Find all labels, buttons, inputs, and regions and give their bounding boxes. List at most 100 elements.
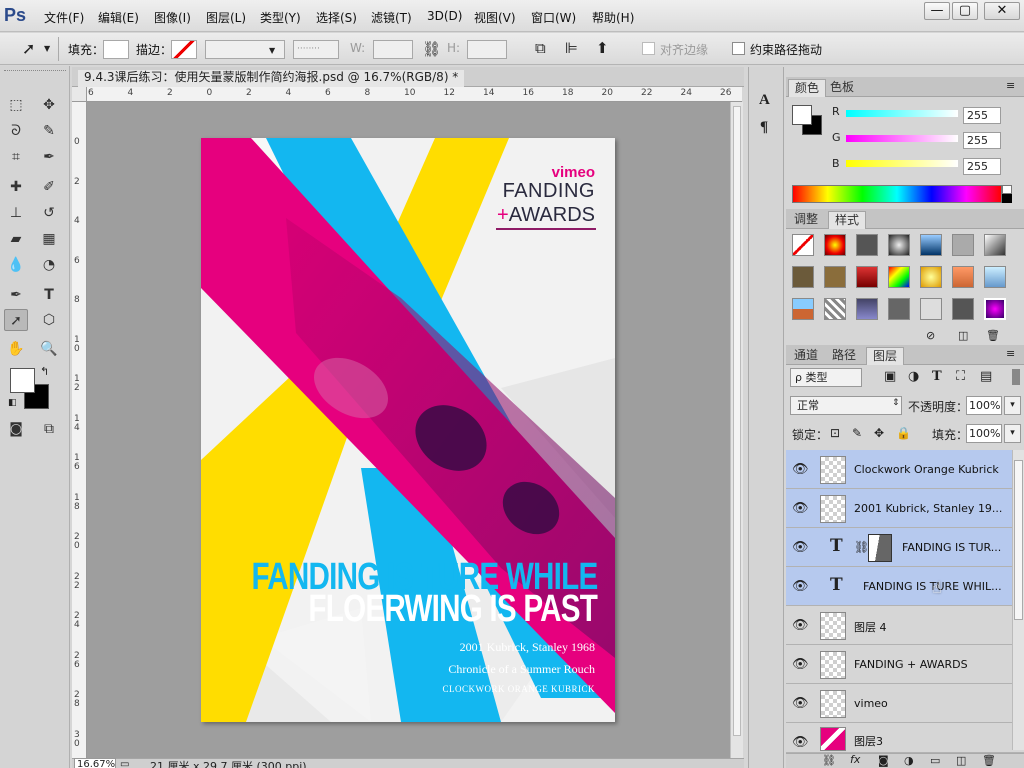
blend-mode-chevron-icon[interactable]: ⇕ bbox=[892, 398, 900, 408]
paragraph-panel-icon[interactable]: ¶ bbox=[760, 119, 768, 136]
style-swatch[interactable] bbox=[984, 298, 1006, 320]
menu-help[interactable]: 帮助(H) bbox=[592, 9, 634, 26]
style-swatch[interactable] bbox=[952, 234, 974, 256]
marquee-tool-icon[interactable]: ⬚ bbox=[4, 94, 28, 116]
text-layer-icon[interactable]: T bbox=[830, 575, 843, 595]
clear-style-icon[interactable]: ⊘ bbox=[926, 329, 935, 342]
menu-file[interactable]: 文件(F) bbox=[44, 9, 84, 26]
style-swatch[interactable] bbox=[824, 266, 846, 288]
link-icon[interactable]: ⛓ bbox=[422, 40, 441, 58]
visibility-eye-icon[interactable]: 👁 bbox=[792, 540, 809, 555]
menu-3d[interactable]: 3D(D) bbox=[427, 9, 462, 23]
layer-filter-kind[interactable]: ρ 类型 bbox=[790, 368, 862, 387]
swap-colors-icon[interactable]: ↰ bbox=[40, 365, 49, 378]
lasso-tool-icon[interactable]: ᘐ bbox=[4, 120, 28, 142]
layer-thumbnail[interactable] bbox=[820, 727, 846, 751]
quick-select-tool-icon[interactable]: ✎ bbox=[37, 120, 61, 142]
add-mask-icon[interactable]: ◙ bbox=[878, 754, 889, 767]
layer-row[interactable]: 👁 FANDING + AWARDS bbox=[786, 645, 1024, 684]
tab-layers[interactable]: 图层 bbox=[866, 347, 905, 365]
new-layer-icon[interactable]: ◫ bbox=[956, 754, 966, 767]
ruler-origin[interactable] bbox=[72, 87, 87, 101]
menu-window[interactable]: 窗口(W) bbox=[531, 9, 576, 26]
type-tool-icon[interactable]: T bbox=[37, 284, 61, 306]
quick-mask-icon[interactable]: ◙ bbox=[4, 418, 28, 440]
shape-tool-icon[interactable]: ⬡ bbox=[37, 309, 61, 331]
layer-name[interactable]: FANDING + AWARDS bbox=[854, 658, 968, 671]
style-swatch[interactable] bbox=[856, 266, 878, 288]
spectrum-white[interactable] bbox=[1002, 185, 1012, 194]
style-swatch[interactable] bbox=[856, 298, 878, 320]
tab-styles[interactable]: 样式 bbox=[828, 211, 867, 229]
new-style-icon[interactable]: ◫ bbox=[958, 329, 968, 342]
menu-layer[interactable]: 图层(L) bbox=[206, 9, 246, 26]
history-brush-tool-icon[interactable]: ↺ bbox=[37, 202, 61, 224]
path-arrangement-icon[interactable]: ⬆ bbox=[596, 39, 609, 57]
stroke-width-chevron-icon[interactable]: ▼ bbox=[269, 46, 275, 55]
hand-tool-icon[interactable]: ✋ bbox=[4, 338, 28, 360]
visibility-eye-icon[interactable]: 👁 bbox=[792, 618, 809, 633]
delete-style-icon[interactable]: 🗑 bbox=[986, 329, 1000, 342]
style-swatch[interactable] bbox=[888, 298, 910, 320]
style-swatch[interactable] bbox=[952, 298, 974, 320]
tab-adjustments[interactable]: 调整 bbox=[788, 211, 824, 229]
visibility-eye-icon[interactable]: 👁 bbox=[792, 696, 809, 711]
pen-tool-icon[interactable]: ✒ bbox=[4, 284, 28, 306]
delete-layer-icon[interactable]: 🗑 bbox=[982, 754, 996, 767]
lock-transparency-icon[interactable]: ⊡ bbox=[830, 426, 840, 440]
lock-all-icon[interactable]: 🔒 bbox=[896, 426, 911, 440]
healing-brush-tool-icon[interactable]: ✚ bbox=[4, 176, 28, 198]
style-swatch[interactable] bbox=[856, 234, 878, 256]
tab-swatches[interactable]: 色板 bbox=[824, 79, 860, 97]
style-swatch[interactable] bbox=[952, 266, 974, 288]
align-edges-checkbox[interactable] bbox=[642, 42, 655, 55]
zoom-field[interactable]: 16.67% bbox=[74, 758, 116, 768]
layer-row[interactable]: 👁 T ⛓ FANDING IS TUR... bbox=[786, 528, 1024, 567]
height-field[interactable] bbox=[467, 40, 507, 59]
status-options-icon[interactable]: ▭ bbox=[120, 759, 129, 768]
layer-thumbnail[interactable] bbox=[820, 690, 846, 718]
path-operations-icon[interactable]: ⧉ bbox=[535, 39, 546, 57]
blur-tool-icon[interactable]: 💧 bbox=[4, 254, 28, 276]
layer-name[interactable]: 图层 4 bbox=[854, 619, 887, 635]
adjustment-layer-icon[interactable]: ◑ bbox=[904, 754, 914, 767]
close-window-button[interactable]: ✕ bbox=[984, 2, 1020, 20]
gradient-tool-icon[interactable]: ▦ bbox=[37, 228, 61, 250]
eraser-tool-icon[interactable]: ▰ bbox=[4, 228, 28, 250]
menu-image[interactable]: 图像(I) bbox=[154, 9, 191, 26]
visibility-eye-icon[interactable]: 👁 bbox=[792, 657, 809, 672]
layer-row[interactable]: 👁 Clockwork Orange Kubrick bbox=[786, 450, 1024, 489]
panel-menu-icon[interactable]: ≡ bbox=[1006, 79, 1015, 92]
layer-name[interactable]: vimeo bbox=[854, 697, 888, 710]
layers-scroll-thumb[interactable] bbox=[1014, 460, 1023, 620]
text-layer-icon[interactable]: T bbox=[830, 536, 843, 556]
path-alignment-icon[interactable]: ⊫ bbox=[565, 39, 578, 57]
constrain-path-checkbox[interactable] bbox=[732, 42, 745, 55]
channel-r-slider[interactable] bbox=[846, 110, 958, 117]
style-swatch[interactable] bbox=[984, 266, 1006, 288]
layer-name[interactable]: 图层3 bbox=[854, 733, 883, 749]
crop-tool-icon[interactable]: ⌗ bbox=[4, 146, 28, 168]
layer-row[interactable]: 👁 vimeo bbox=[786, 684, 1024, 723]
scroll-thumb[interactable] bbox=[733, 106, 741, 736]
layer-row[interactable]: 👁 2001 Kubrick, Stanley 19... bbox=[786, 489, 1024, 528]
style-swatch[interactable] bbox=[888, 234, 910, 256]
layer-row[interactable]: 👁 T FANDING IS TURE WHIL... bbox=[786, 567, 1024, 606]
layer-style-fx-icon[interactable]: fx bbox=[850, 753, 860, 766]
default-colors-icon[interactable]: ◧ bbox=[8, 398, 17, 408]
layer-row[interactable]: 👁 图层3 bbox=[786, 723, 1024, 753]
new-group-icon[interactable]: ▭ bbox=[930, 754, 940, 767]
move-tool-icon[interactable]: ✥ bbox=[37, 94, 61, 116]
link-layers-icon[interactable]: ⛓ bbox=[822, 754, 836, 767]
style-swatch[interactable] bbox=[920, 298, 942, 320]
style-swatch[interactable] bbox=[920, 234, 942, 256]
style-swatch[interactable] bbox=[824, 298, 846, 320]
lock-position-icon[interactable]: ✥ bbox=[874, 426, 884, 440]
layer-thumbnail[interactable] bbox=[820, 456, 846, 484]
character-panel-icon[interactable]: A bbox=[759, 92, 770, 109]
mask-link-icon[interactable]: ⛓ bbox=[854, 540, 869, 554]
color-spectrum-bar[interactable] bbox=[792, 185, 1002, 203]
layer-thumbnail[interactable] bbox=[820, 495, 846, 523]
canvas-vertical-scrollbar[interactable] bbox=[730, 102, 743, 758]
filter-adjustment-icon[interactable]: ◑ bbox=[908, 369, 919, 384]
